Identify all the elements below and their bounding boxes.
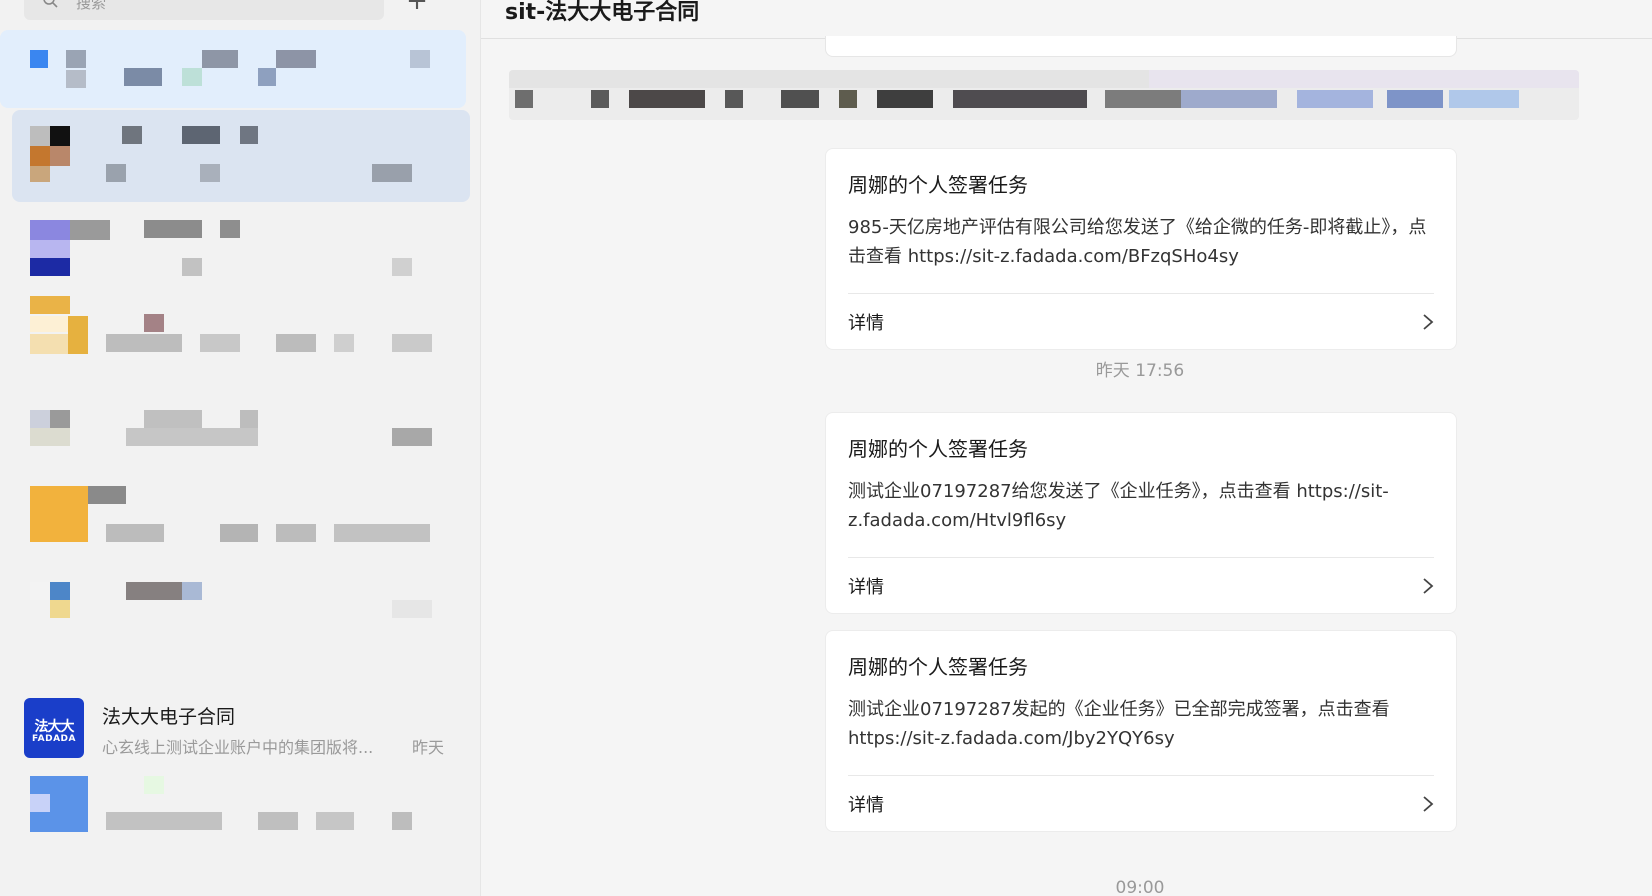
- add-button[interactable]: +: [400, 0, 434, 20]
- conversation-item-blurred[interactable]: [12, 294, 470, 386]
- search-placeholder: 搜索: [76, 0, 107, 12]
- fadada-avatar-text: 法大大: [34, 719, 75, 735]
- conversation-item-fadada[interactable]: 法大大 FADADA 法大大电子合同 心玄线上测试企业账户中的集团版将... 昨…: [12, 682, 470, 774]
- message-card-body: 985-天亿房地产评估有限公司给您发送了《给企微的任务-即将截止》，点击查看 h…: [848, 217, 1427, 267]
- conversation-name: 法大大电子合同: [102, 706, 236, 728]
- message-timestamp: 09:00: [1115, 878, 1165, 896]
- card-divider: [848, 557, 1434, 558]
- conversation-sidebar: 搜索 + 法大大 FADADA 法大大电子合同 心玄线上测试企业账户中的集团版将…: [0, 0, 481, 896]
- search-row: 搜索 +: [24, 0, 454, 20]
- message-card-body: 测试企业07197287给您发送了《企业任务》，点击查看 https://sit…: [848, 481, 1389, 531]
- conversation-time: 昨天: [411, 738, 444, 757]
- message-card: 周娜的个人签署任务 测试企业07197287给您发送了《企业任务》，点击查看 h…: [825, 412, 1457, 614]
- chevron-right-icon[interactable]: [1422, 576, 1434, 596]
- fadada-avatar-subtext: FADADA: [32, 734, 76, 744]
- conversation-preview: 心玄线上测试企业账户中的集团版将...: [102, 738, 374, 757]
- message-card-title: 周娜的个人签署任务: [848, 173, 1028, 197]
- details-link[interactable]: 详情: [848, 309, 884, 335]
- chat-title: sit-法大大电子合同: [505, 0, 700, 25]
- search-input[interactable]: 搜索: [24, 0, 384, 20]
- conversation-item-blurred[interactable]: [0, 30, 466, 108]
- card-divider: [848, 293, 1434, 294]
- details-link[interactable]: 详情: [848, 791, 884, 817]
- card-divider: [848, 775, 1434, 776]
- message-card-body: 测试企业07197287发起的《企业任务》已全部完成签署，点击查看 https:…: [848, 699, 1390, 749]
- search-icon: [43, 0, 58, 8]
- conversation-item-selected[interactable]: [12, 110, 470, 202]
- conversation-item-blurred[interactable]: [12, 572, 470, 664]
- fadada-avatar: 法大大 FADADA: [24, 698, 84, 758]
- message-card-title: 周娜的个人签署任务: [848, 437, 1028, 461]
- conversation-item-blurred[interactable]: [12, 480, 470, 572]
- chat-header: sit-法大大电子合同: [481, 0, 1652, 39]
- conversation-item-blurred[interactable]: [12, 776, 470, 868]
- message-card: 周娜的个人签署任务 测试企业07197287发起的《企业任务》已全部完成签署，点…: [825, 630, 1457, 832]
- conversation-item-blurred[interactable]: [12, 202, 470, 294]
- chevron-right-icon[interactable]: [1422, 312, 1434, 332]
- chat-panel: sit-法大大电子合同 周娜的个人签署任务 985-天亿房地产评估有限公司给您发…: [481, 0, 1652, 896]
- message-card-previous: [825, 36, 1457, 57]
- conversation-item-blurred[interactable]: [12, 386, 470, 478]
- message-card: 周娜的个人签署任务 985-天亿房地产评估有限公司给您发送了《给企微的任务-即将…: [825, 148, 1457, 350]
- message-card-title: 周娜的个人签署任务: [848, 655, 1028, 679]
- message-timestamp: 昨天 17:56: [1095, 361, 1185, 381]
- chevron-right-icon[interactable]: [1422, 794, 1434, 814]
- details-link[interactable]: 详情: [848, 573, 884, 599]
- blurred-message: [509, 70, 1579, 120]
